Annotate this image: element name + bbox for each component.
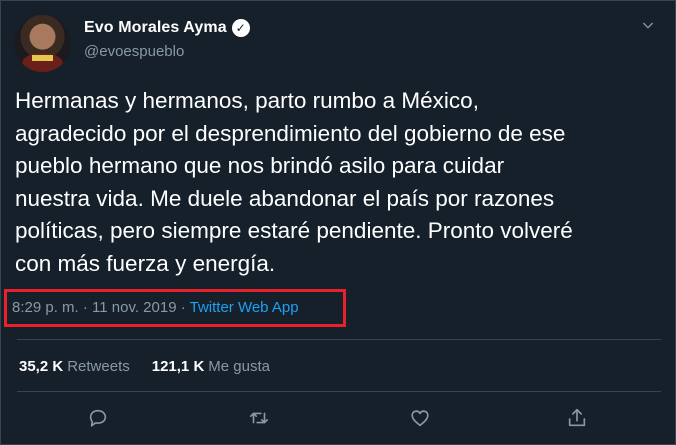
retweet-icon[interactable] — [244, 404, 274, 432]
retweets-stat[interactable]: 35,2 K Retweets — [19, 358, 130, 375]
tweet-timestamp[interactable]: 8:29 p. m. · 11 nov. 2019 · — [12, 299, 190, 316]
reply-icon[interactable] — [83, 404, 113, 432]
likes-stat[interactable]: 121,1 K Me gusta — [152, 358, 270, 375]
divider — [17, 391, 661, 392]
likes-count: 121,1 K — [151, 358, 205, 375]
chevron-down-icon[interactable] — [639, 17, 657, 35]
tweet-actions — [1, 404, 676, 434]
author-name-row[interactable]: Evo Morales Ayma ✓ — [84, 19, 250, 37]
likes-label: Me gusta — [208, 358, 270, 375]
divider — [17, 339, 661, 340]
share-icon[interactable] — [562, 404, 592, 432]
tweet-meta-highlight: 8:29 p. m. · 11 nov. 2019 · Twitter Web … — [4, 289, 346, 327]
tweet-card: Evo Morales Ayma ✓ @evoespueblo Hermanas… — [0, 0, 676, 445]
avatar[interactable] — [14, 15, 71, 72]
tweet-stats: 35,2 K Retweets 121,1 K Me gusta — [19, 358, 292, 375]
author-name[interactable]: Evo Morales Ayma — [84, 19, 227, 37]
retweets-label: Retweets — [67, 358, 130, 375]
verified-badge-icon: ✓ — [231, 19, 250, 37]
tweet-text: Hermanas y hermanos, parto rumbo a Méxic… — [15, 88, 573, 276]
author-handle[interactable]: @evoespueblo — [84, 43, 184, 60]
tweet-source-link[interactable]: Twitter Web App — [190, 299, 299, 316]
like-icon[interactable] — [405, 404, 435, 432]
retweets-count: 35,2 K — [19, 358, 64, 375]
avatar-stripe — [32, 55, 53, 61]
